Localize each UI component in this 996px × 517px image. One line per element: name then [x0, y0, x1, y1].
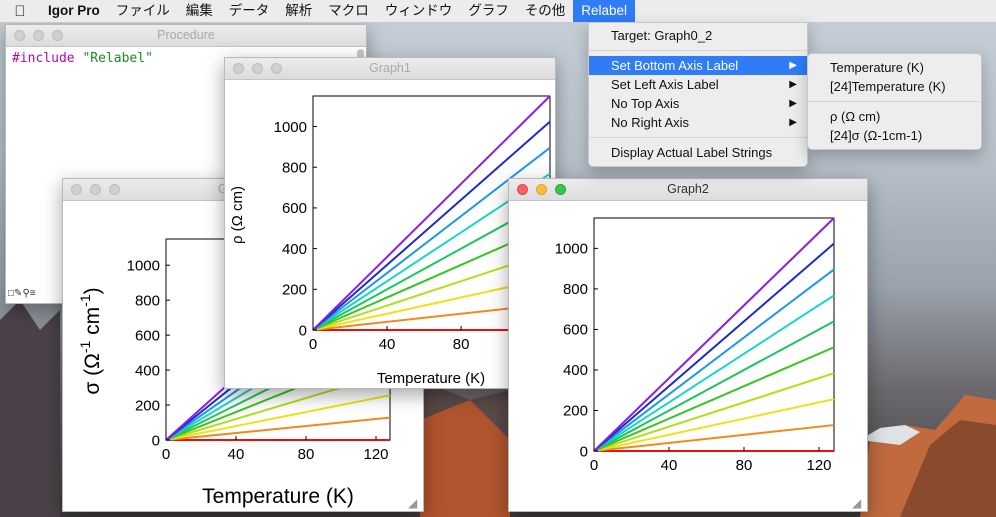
y-tick-label: 400	[282, 241, 307, 258]
x-axis-label: Temperature (K)	[377, 370, 485, 387]
menu-edit[interactable]: 編集	[178, 0, 221, 22]
menu-separator	[589, 137, 807, 138]
menu-separator	[808, 101, 981, 102]
minimize-button[interactable]	[90, 184, 101, 195]
window-title: Procedure	[157, 28, 215, 42]
menu-item-label: Set Left Axis Label	[611, 77, 719, 92]
submenu-arrow-icon: ▶	[789, 79, 797, 90]
menu-item-label: Set Bottom Axis Label	[611, 58, 739, 73]
x-tick-label: 0	[162, 446, 170, 463]
relabel-dropdown-menu: Target: Graph0_2 Set Bottom Axis Label ▶…	[588, 22, 808, 167]
menu-macros[interactable]: マクロ	[320, 0, 377, 22]
graph2-titlebar[interactable]: Graph2	[509, 179, 867, 201]
y-tick-label: 1000	[274, 119, 307, 136]
y-tick-label: 800	[282, 159, 307, 176]
x-tick-label: 40	[661, 457, 678, 474]
menu-graph[interactable]: グラフ	[460, 0, 517, 22]
submenu-arrow-icon: ▶	[789, 117, 797, 128]
y-axis-label-part: -1	[77, 340, 93, 353]
y-axis-label-part: cm	[81, 307, 104, 341]
x-tick-label: 40	[379, 336, 396, 353]
menu-analysis[interactable]: 解析	[277, 0, 320, 22]
x-tick-label: 120	[363, 446, 388, 463]
y-tick-label: 0	[580, 443, 588, 460]
y-tick-label: 600	[282, 200, 307, 217]
menu-windows[interactable]: ウィンドウ	[377, 0, 461, 22]
menu-item-label: No Right Axis	[611, 115, 690, 130]
menu-separator	[589, 50, 807, 51]
y-tick-label: 0	[299, 322, 307, 339]
submenu-arrow-icon: ▶	[789, 98, 797, 109]
apple-menu-icon[interactable]: 	[0, 3, 40, 20]
menu-item-label: No Top Axis	[611, 96, 680, 111]
menu-file[interactable]: ファイル	[108, 0, 178, 22]
x-tick-label: 80	[453, 336, 470, 353]
y-axis-label-part: -1	[77, 294, 93, 307]
submenu-item-rho[interactable]: ρ (Ω cm)	[808, 107, 981, 126]
menu-item-no-right-axis[interactable]: No Right Axis ▶	[589, 113, 807, 132]
y-tick-label: 0	[152, 432, 160, 449]
x-tick-label: 0	[309, 336, 317, 353]
x-tick-label: 80	[298, 446, 315, 463]
axis-label-submenu: Temperature (K) [24]Temperature (K) ρ (Ω…	[807, 53, 982, 150]
y-axis-label-part: )	[81, 287, 104, 294]
menu-item-target[interactable]: Target: Graph0_2	[589, 26, 807, 45]
chart-graph2[interactable]: 0 200 400 600 800 1000 0 40 80 120 ◢	[509, 201, 865, 511]
y-tick-label: 200	[135, 397, 160, 414]
y-tick-label: 200	[282, 282, 307, 299]
menu-relabel[interactable]: Relabel	[573, 0, 636, 22]
graph1-titlebar[interactable]: Graph1	[225, 58, 555, 80]
list-icon[interactable]: ≡	[30, 288, 36, 299]
y-tick-label: 400	[563, 362, 588, 379]
menu-app-igor-pro[interactable]: Igor Pro	[40, 0, 108, 22]
close-button[interactable]	[71, 184, 82, 195]
procedure-toolbar: □✎⚲≡	[8, 288, 68, 301]
x-axis-label: Temperature (K)	[202, 485, 354, 508]
submenu-item-temperature-24[interactable]: [24]Temperature (K)	[808, 77, 981, 96]
x-tick-label: 0	[590, 457, 598, 474]
resize-grip-icon: ◢	[852, 496, 862, 510]
menu-item-set-bottom-axis-label[interactable]: Set Bottom Axis Label ▶	[589, 56, 807, 75]
y-tick-label: 400	[135, 362, 160, 379]
menu-item-display-actual-label-strings[interactable]: Display Actual Label Strings	[589, 143, 807, 162]
menu-misc[interactable]: その他	[517, 0, 574, 22]
x-tick-label: 80	[736, 457, 753, 474]
graph1-window: Graph1 0 200 400 600 800 1000 0 40 80 Temperature…	[224, 57, 556, 389]
y-tick-label: 800	[563, 281, 588, 298]
y-axis-label: ρ (Ω cm)	[229, 186, 246, 244]
y-tick-label: 1000	[555, 241, 588, 258]
graph2-window: Graph2 0 200 400 600 800 1000 0 40 80 120 ◢	[508, 178, 868, 512]
menu-item-set-left-axis-label[interactable]: Set Left Axis Label ▶	[589, 75, 807, 94]
code-keyword: #include	[12, 51, 75, 66]
y-axis-label-part: σ (Ω	[81, 353, 104, 395]
submenu-item-sigma-24[interactable]: [24]σ (Ω-1cm-1)	[808, 126, 981, 145]
menu-data[interactable]: データ	[221, 0, 278, 22]
y-tick-label: 1000	[127, 257, 160, 274]
x-tick-label: 120	[806, 457, 831, 474]
zoom-button[interactable]	[109, 184, 120, 195]
y-tick-label: 600	[135, 327, 160, 344]
code-string: "Relabel"	[82, 51, 153, 66]
procedure-titlebar[interactable]: Procedure	[6, 25, 366, 47]
submenu-item-temperature[interactable]: Temperature (K)	[808, 58, 981, 77]
menu-bar:  Igor Pro ファイル 編集 データ 解析 マクロ ウィンドウ グラフ …	[0, 0, 996, 23]
resize-grip-icon: ◢	[408, 496, 418, 510]
submenu-arrow-icon: ▶	[789, 60, 797, 71]
x-tick-label: 40	[228, 446, 245, 463]
y-tick-label: 600	[563, 322, 588, 339]
y-axis-label: σ (Ω-1 cm-1)	[77, 287, 104, 394]
magnifier-icon[interactable]: ⚲	[22, 288, 29, 299]
menu-item-no-top-axis[interactable]: No Top Axis ▶	[589, 94, 807, 113]
y-tick-label: 800	[135, 292, 160, 309]
window-title: Graph2	[667, 182, 709, 196]
chart-rho[interactable]: 0 200 400 600 800 1000 0 40 80 Temperature (K) ρ (…	[225, 80, 553, 388]
y-tick-label: 200	[563, 403, 588, 420]
window-title: Graph1	[369, 61, 411, 75]
